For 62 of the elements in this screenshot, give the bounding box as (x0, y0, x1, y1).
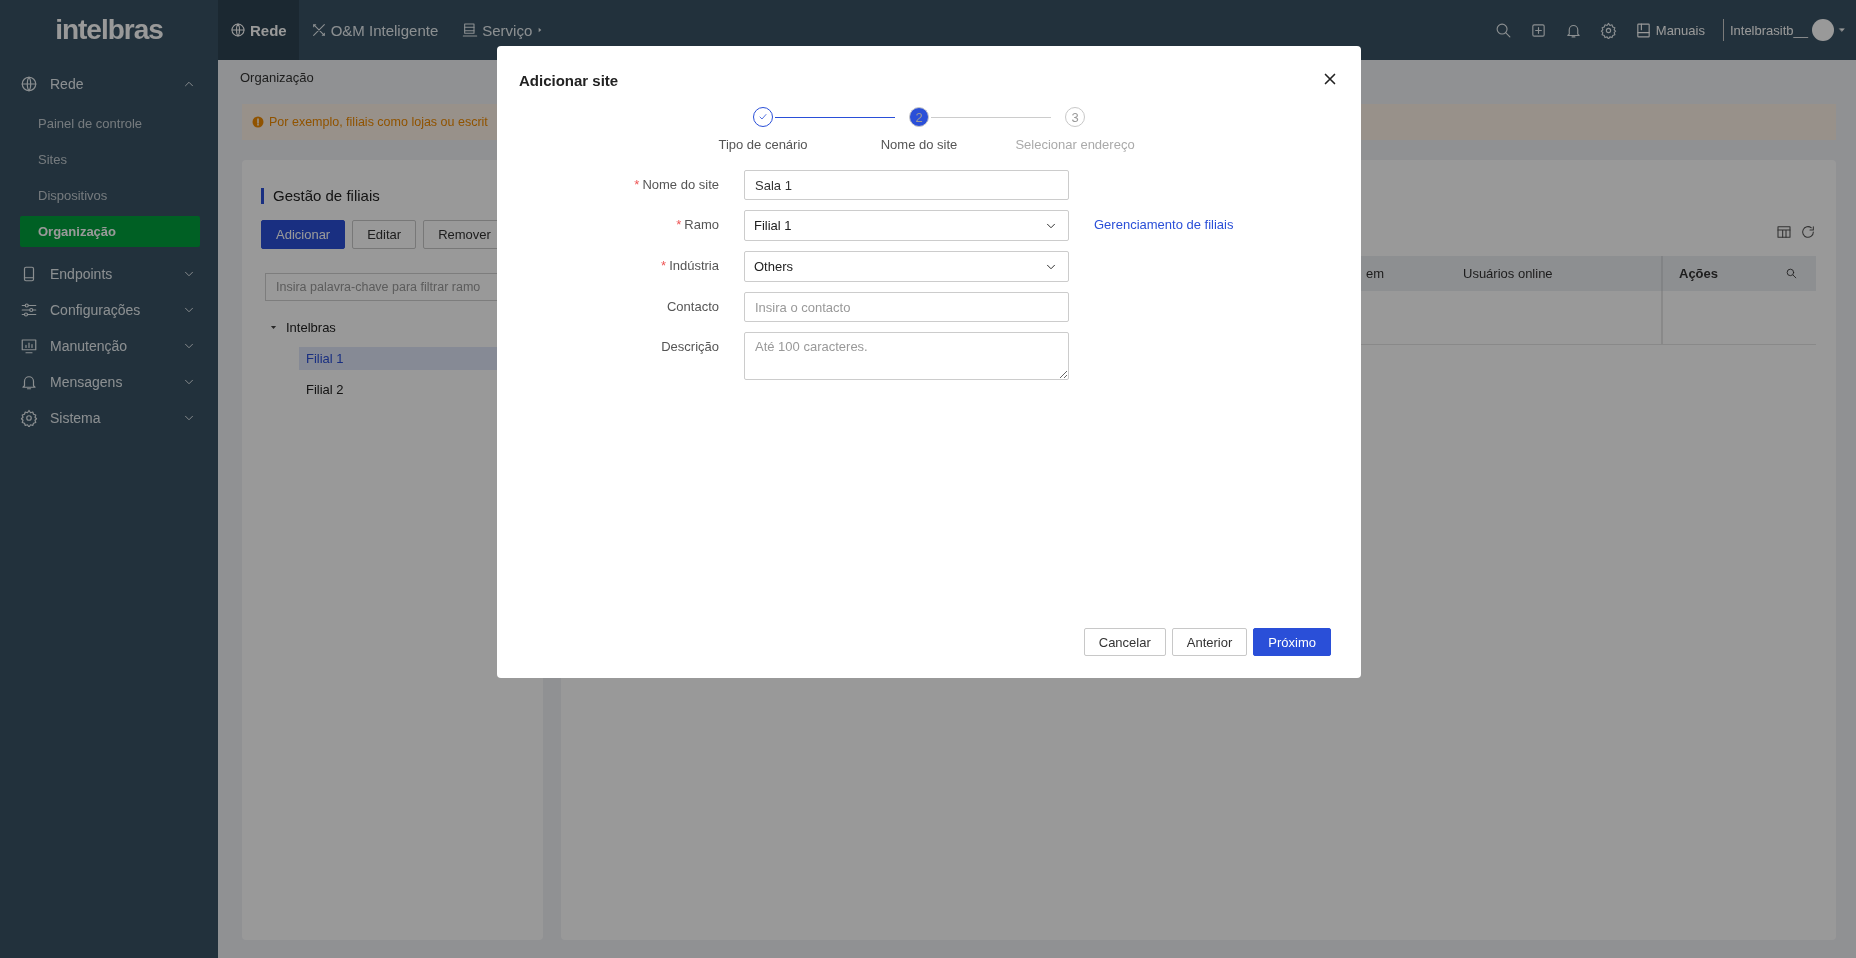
filter-field[interactable]: Insira palavra-chave para filtrar ramo (265, 273, 499, 301)
field-label: * Nome do site (633, 176, 719, 192)
toolbar-button[interactable]: Editar (352, 220, 417, 249)
book-icon (1634, 21, 1652, 39)
dialog-title: Adicionar site (519, 72, 619, 89)
sidebar-item[interactable]: Mensagens (0, 364, 218, 400)
brand-logo: intelbras (54, 13, 164, 47)
step-indicator: 2 (909, 107, 929, 127)
sidebar-subitem[interactable]: Painel de controle (20, 108, 200, 139)
dialog-button[interactable]: Anterior (1171, 628, 1248, 656)
server-icon (462, 22, 479, 38)
branch-management-link[interactable]: Gerenciamento de filiais (1094, 210, 1339, 232)
sidebar-item[interactable]: Manutenção (0, 328, 218, 364)
toolbar-button[interactable]: Adicionar (261, 220, 346, 249)
refresh-icon (1800, 224, 1816, 240)
breadcrumb: Organização (240, 70, 314, 85)
column-header: Ações (1679, 265, 1719, 283)
sidebar-subitem[interactable]: Dispositivos (20, 180, 200, 211)
field-label: Descrição (660, 338, 719, 354)
step-label: Tipo de cenário (718, 137, 808, 152)
columns-icon (1776, 224, 1792, 240)
sidebar-subitem[interactable]: Organização (20, 216, 200, 247)
step-label: Selecionar endereço (1015, 137, 1135, 152)
nav-tab[interactable]: Rede (218, 0, 299, 60)
sidebar-item[interactable]: Endpoints (0, 256, 218, 292)
input-field[interactable]: Sala 1 (744, 170, 1069, 200)
field-label: * Ramo (675, 216, 719, 232)
search-icon (1785, 267, 1798, 280)
warning-icon (252, 116, 264, 128)
manuals-link[interactable]: Manuais (1634, 21, 1705, 39)
column-header: Usuários online (1462, 266, 1554, 281)
field-label: * Indústria (660, 257, 719, 273)
field-label: Contacto (665, 298, 719, 314)
search-icon (1494, 21, 1512, 39)
step-indicator: 3 (1065, 107, 1085, 127)
column-header: em (1365, 266, 1386, 281)
step-label: Nome do site (880, 137, 958, 152)
bell-icon (20, 373, 38, 391)
nav-tab[interactable]: Serviço (450, 0, 557, 60)
avatar-icon (1812, 19, 1834, 41)
globe-icon (20, 75, 38, 93)
select-field[interactable]: Others (744, 251, 1069, 282)
gear-icon (1599, 21, 1617, 39)
sidebar-item[interactable]: Sistema (0, 400, 218, 436)
caret-down-icon (1838, 26, 1846, 34)
user-menu[interactable]: Intelbrasitb__ (1722, 19, 1846, 41)
alert-text: Por exemplo, filiais como lojas ou escrit (269, 115, 488, 129)
input-field[interactable]: Insira o contacto (744, 292, 1069, 322)
plus-square-icon (1529, 21, 1547, 39)
globe-icon (230, 22, 246, 38)
gear-icon (20, 409, 38, 427)
sliders-icon (20, 301, 38, 319)
dialog-button[interactable]: Próximo (1253, 628, 1331, 656)
dialog-button[interactable]: Cancelar (1083, 628, 1166, 656)
sidebar-item[interactable]: Rede (0, 66, 218, 102)
nav-tab[interactable]: O&M Inteligente (298, 0, 451, 60)
select-field[interactable]: Filial 1 (744, 210, 1069, 241)
description-field[interactable]: Até 100 caracteres. (744, 332, 1069, 380)
tree-node[interactable]: Intelbras (286, 319, 336, 335)
sidebar-subitem[interactable]: Sites (20, 144, 200, 175)
sidebar-item[interactable]: Configurações (0, 292, 218, 328)
monitor-chart-icon (20, 337, 38, 355)
